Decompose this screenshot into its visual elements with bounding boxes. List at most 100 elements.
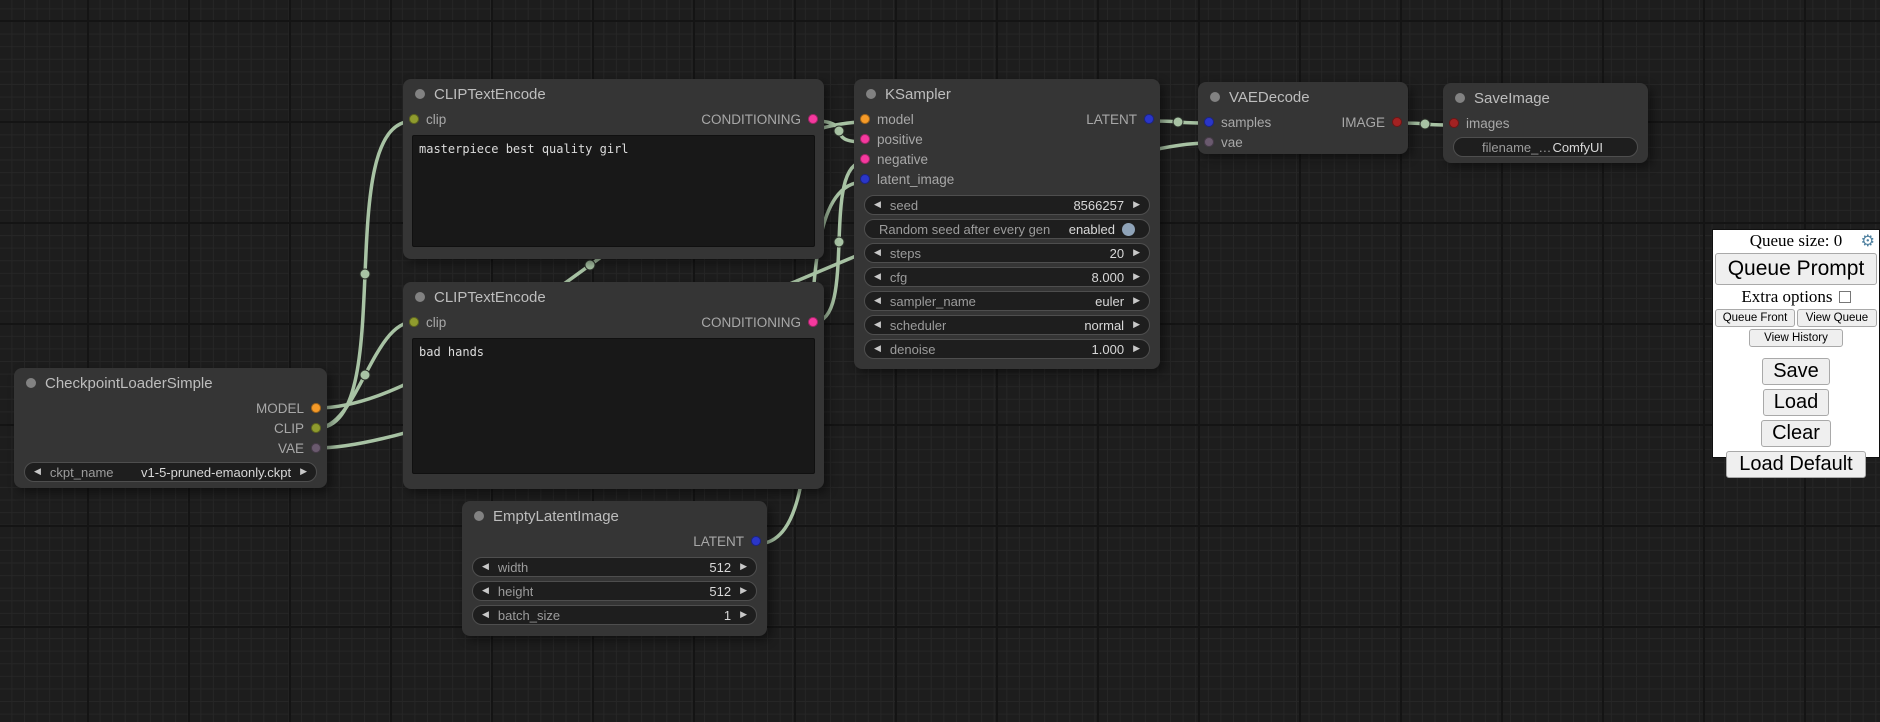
queue-front-button[interactable]: Queue Front: [1715, 309, 1795, 327]
view-history-button[interactable]: View History: [1749, 329, 1843, 347]
node-clip-text-encode-positive[interactable]: CLIPTextEncode clip CONDITIONING masterp…: [403, 79, 824, 259]
right-arrow-icon[interactable]: ▶: [1124, 244, 1149, 262]
node-ksampler[interactable]: KSampler model LATENT positive negative …: [854, 79, 1160, 369]
save-button[interactable]: Save: [1762, 358, 1830, 385]
widget-seed[interactable]: ◀ seed 8566257 ▶: [864, 195, 1150, 215]
widget-steps[interactable]: ◀ steps 20 ▶: [864, 243, 1150, 263]
collapse-dot-icon[interactable]: [474, 511, 484, 521]
node-title-bar[interactable]: EmptyLatentImage: [462, 501, 767, 531]
left-arrow-icon[interactable]: ◀: [865, 316, 890, 334]
left-arrow-icon[interactable]: ◀: [473, 582, 498, 600]
right-arrow-icon[interactable]: ▶: [291, 463, 316, 481]
load-default-button[interactable]: Load Default: [1726, 451, 1865, 478]
queue-prompt-button[interactable]: Queue Prompt: [1715, 253, 1877, 285]
right-arrow-icon[interactable]: ▶: [731, 558, 756, 576]
node-empty-latent-image[interactable]: EmptyLatentImage LATENT ◀ width 512 ▶ ◀ …: [462, 501, 767, 636]
node-vae-decode[interactable]: VAEDecode samples IMAGE vae: [1198, 82, 1408, 154]
right-arrow-icon[interactable]: ▶: [1124, 340, 1149, 358]
comfyui-menu-panel: Queue size: 0 ⚙ Queue Prompt Extra optio…: [1712, 229, 1880, 458]
port-image-output[interactable]: [1392, 117, 1402, 127]
right-arrow-icon[interactable]: ▶: [1124, 316, 1149, 334]
left-arrow-icon[interactable]: ◀: [865, 244, 890, 262]
widget-value: euler: [1095, 294, 1124, 309]
toggle-knob-icon[interactable]: [1122, 223, 1135, 236]
port-clip-input[interactable]: [409, 114, 419, 124]
input-label: negative: [877, 152, 928, 167]
widget-value: 20: [1110, 246, 1124, 261]
right-arrow-icon[interactable]: ▶: [1124, 292, 1149, 310]
node-title: EmptyLatentImage: [493, 508, 619, 525]
prompt-textarea[interactable]: bad hands: [412, 338, 815, 474]
extra-options-checkbox[interactable]: [1839, 291, 1851, 303]
left-arrow-icon[interactable]: ◀: [865, 292, 890, 310]
prompt-textarea[interactable]: masterpiece best quality girl: [412, 135, 815, 247]
widget-cfg[interactable]: ◀ cfg 8.000 ▶: [864, 267, 1150, 287]
port-positive-input[interactable]: [860, 134, 870, 144]
left-arrow-icon[interactable]: ◀: [473, 558, 498, 576]
left-arrow-icon[interactable]: ◀: [865, 196, 890, 214]
port-vae-output[interactable]: [311, 443, 321, 453]
port-latent-image-input[interactable]: [860, 174, 870, 184]
load-button[interactable]: Load: [1763, 389, 1830, 416]
right-arrow-icon[interactable]: ▶: [731, 582, 756, 600]
widget-scheduler[interactable]: ◀ scheduler normal ▶: [864, 315, 1150, 335]
widget-value: v1-5-pruned-emaonly.ckpt: [141, 465, 291, 480]
widget-ckpt-name[interactable]: ◀ ckpt_name v1-5-pruned-emaonly.ckpt ▶: [24, 462, 317, 482]
slot-row: CLIP: [14, 418, 327, 438]
right-arrow-icon[interactable]: ▶: [731, 606, 756, 624]
input-label: vae: [1221, 135, 1243, 150]
output-label: VAE: [278, 441, 304, 456]
collapse-dot-icon[interactable]: [415, 89, 425, 99]
left-arrow-icon[interactable]: ◀: [473, 606, 498, 624]
port-model-input[interactable]: [860, 114, 870, 124]
node-title-bar[interactable]: KSampler: [854, 79, 1160, 109]
widget-denoise[interactable]: ◀ denoise 1.000 ▶: [864, 339, 1150, 359]
node-title-bar[interactable]: CLIPTextEncode: [403, 79, 824, 109]
port-clip-input[interactable]: [409, 317, 419, 327]
settings-gear-icon[interactable]: ⚙: [1861, 232, 1875, 250]
widget-height[interactable]: ◀ height 512 ▶: [472, 581, 757, 601]
collapse-dot-icon[interactable]: [415, 292, 425, 302]
widget-sampler-name[interactable]: ◀ sampler_name euler ▶: [864, 291, 1150, 311]
left-arrow-icon[interactable]: ◀: [25, 463, 50, 481]
widget-random-seed-toggle[interactable]: Random seed after every gen enabled: [864, 219, 1150, 239]
port-negative-input[interactable]: [860, 154, 870, 164]
port-clip-output[interactable]: [311, 423, 321, 433]
output-label: MODEL: [256, 401, 304, 416]
node-save-image[interactable]: SaveImage images filename_prefix ComfyUI: [1443, 83, 1648, 163]
node-graph-canvas[interactable]: CheckpointLoaderSimple MODEL CLIP VAE ◀ …: [0, 0, 1880, 722]
slot-row: negative: [854, 149, 1160, 169]
port-latent-output[interactable]: [1144, 114, 1154, 124]
widget-width[interactable]: ◀ width 512 ▶: [472, 557, 757, 577]
collapse-dot-icon[interactable]: [866, 89, 876, 99]
collapse-dot-icon[interactable]: [26, 378, 36, 388]
node-title-bar[interactable]: SaveImage: [1443, 83, 1648, 113]
port-latent-output[interactable]: [751, 536, 761, 546]
collapse-dot-icon[interactable]: [1455, 93, 1465, 103]
link-midpoint-dot: [834, 126, 844, 136]
node-title-bar[interactable]: VAEDecode: [1198, 82, 1408, 112]
port-conditioning-output[interactable]: [808, 317, 818, 327]
left-arrow-icon[interactable]: ◀: [865, 268, 890, 286]
node-clip-text-encode-negative[interactable]: CLIPTextEncode clip CONDITIONING bad han…: [403, 282, 824, 489]
port-vae-input[interactable]: [1204, 137, 1214, 147]
collapse-dot-icon[interactable]: [1210, 92, 1220, 102]
node-checkpoint-loader-simple[interactable]: CheckpointLoaderSimple MODEL CLIP VAE ◀ …: [14, 368, 327, 488]
port-conditioning-output[interactable]: [808, 114, 818, 124]
link-midpoint-dot: [360, 269, 370, 279]
slot-row: model LATENT: [854, 109, 1160, 129]
widget-filename-prefix[interactable]: filename_prefix ComfyUI: [1453, 137, 1638, 157]
right-arrow-icon[interactable]: ▶: [1124, 268, 1149, 286]
clear-button[interactable]: Clear: [1761, 420, 1831, 447]
node-title-bar[interactable]: CheckpointLoaderSimple: [14, 368, 327, 398]
right-arrow-icon[interactable]: ▶: [1124, 196, 1149, 214]
left-arrow-icon[interactable]: ◀: [865, 340, 890, 358]
widget-batch-size[interactable]: ◀ batch_size 1 ▶: [472, 605, 757, 625]
port-model-output[interactable]: [311, 403, 321, 413]
output-label: CONDITIONING: [701, 315, 801, 330]
port-images-input[interactable]: [1449, 118, 1459, 128]
view-queue-button[interactable]: View Queue: [1797, 309, 1877, 327]
widget-value: 1.000: [1092, 342, 1125, 357]
node-title-bar[interactable]: CLIPTextEncode: [403, 282, 824, 312]
port-samples-input[interactable]: [1204, 117, 1214, 127]
